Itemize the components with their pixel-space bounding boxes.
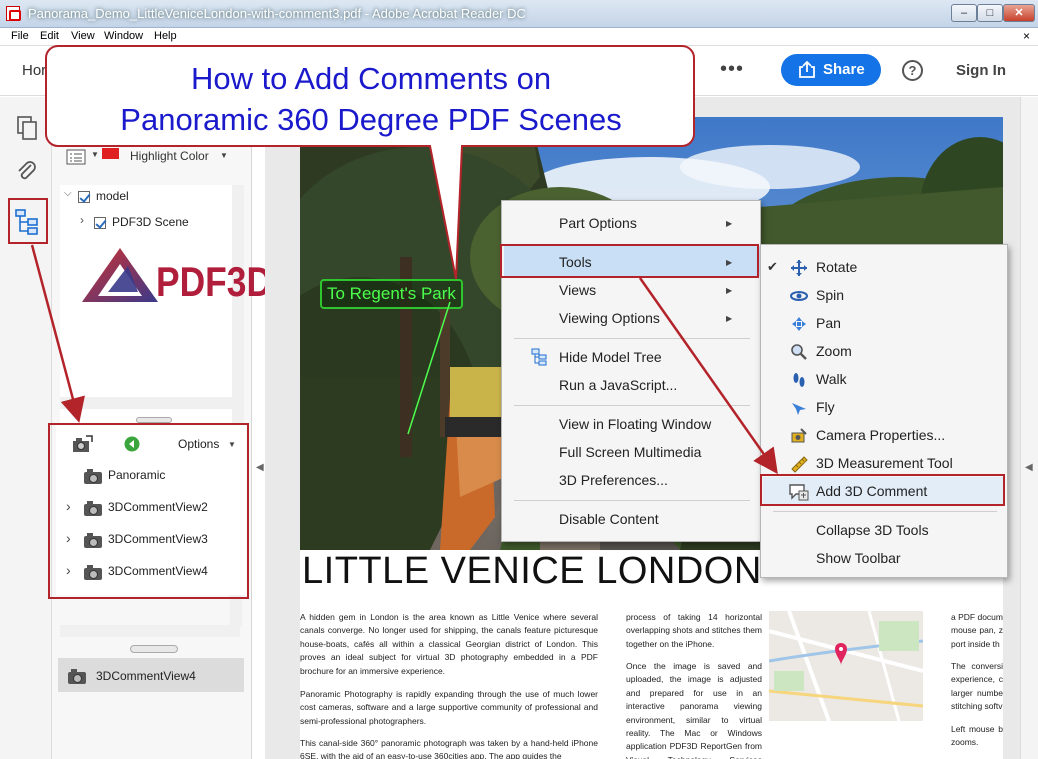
list-options-icon[interactable]	[66, 149, 88, 165]
tool-spin[interactable]: Spin	[816, 287, 844, 303]
pages-icon[interactable]	[14, 115, 40, 141]
body-col3-para1: a PDF docum mouse pan, z port inside th	[951, 612, 1003, 649]
more-options-icon[interactable]: •••	[720, 58, 744, 81]
camera-properties-icon	[791, 428, 807, 443]
submenu-arrow-icon: ▶	[726, 314, 733, 323]
body-col1-para1: A hidden gem in London is the area known…	[300, 612, 598, 676]
selected-view-row[interactable]: 3DCommentView4	[58, 658, 244, 692]
pan-icon	[792, 317, 806, 331]
menu-window[interactable]: Window	[104, 30, 143, 42]
body-col3-para3: Left mouse b zooms.	[951, 724, 1003, 748]
page-title: LITTLE VENICE LONDON	[302, 550, 762, 592]
scene-visibility-checkbox[interactable]	[94, 217, 106, 229]
left-tool-rail	[0, 97, 52, 759]
menu-edit[interactable]: Edit	[40, 30, 59, 42]
checkmark-icon: ✔	[767, 259, 778, 274]
tool-fly[interactable]: Fly	[816, 399, 835, 415]
menu-item-floating-window[interactable]: View in Floating Window	[559, 416, 711, 432]
menu-item-part-options[interactable]: Part Options	[559, 215, 637, 231]
tree-node-pdf3d-scene[interactable]: PDF3D Scene	[112, 215, 189, 229]
close-document-icon[interactable]: ×	[1023, 29, 1030, 43]
highlight-color-label: Highlight Color	[130, 149, 209, 163]
tools-highlight-box	[500, 244, 759, 278]
close-window-button[interactable]: ✕	[1003, 4, 1035, 22]
menu-item-disable-content[interactable]: Disable Content	[559, 511, 659, 527]
tools-submenu: ✔ Rotate Spin Pan Zoom Walk Fly Camera P…	[760, 244, 1008, 578]
menu-item-views[interactable]: Views	[559, 282, 596, 298]
menu-separator	[773, 511, 997, 512]
model-tree-icon	[531, 348, 547, 366]
window-title: Panorama_Demo_LittleVeniceLondon-with-co…	[28, 6, 526, 21]
submenu-arrow-icon: ▶	[726, 286, 733, 295]
tree-node-model[interactable]: model	[96, 189, 129, 203]
views-splitter-handle[interactable]	[130, 645, 178, 653]
zoom-icon	[791, 344, 807, 360]
window-titlebar: Panorama_Demo_LittleVeniceLondon-with-co…	[0, 0, 1038, 28]
label-leader-line	[407, 301, 451, 435]
tool-3d-measurement[interactable]: 3D Measurement Tool	[816, 455, 953, 471]
rotate-icon	[791, 260, 807, 276]
model-visibility-checkbox[interactable]	[78, 191, 90, 203]
tool-zoom[interactable]: Zoom	[816, 343, 852, 359]
tool-rotate[interactable]: Rotate	[816, 259, 857, 275]
measurement-icon	[791, 456, 808, 473]
list-dropdown-chevron-icon[interactable]: ▼	[91, 150, 99, 159]
walk-icon	[793, 373, 805, 387]
callout-line1: How to Add Comments on	[190, 61, 552, 96]
collapse-panel-icon[interactable]: ◀	[256, 462, 264, 473]
attachment-icon[interactable]	[14, 159, 40, 185]
document-vertical-scrollbar[interactable]: ◀	[1020, 97, 1038, 759]
acrobat-app-icon	[6, 6, 21, 21]
menu-view[interactable]: View	[71, 30, 95, 42]
tool-camera-properties[interactable]: Camera Properties...	[816, 427, 945, 443]
share-label: Share	[823, 61, 865, 78]
share-icon	[799, 61, 815, 78]
pdf3d-logo: PDF3D	[82, 248, 272, 305]
add-comment-highlight-box	[760, 474, 1005, 506]
model-tree-highlight-box	[8, 198, 48, 244]
logo-text: PDF3D	[156, 258, 272, 305]
home-tab[interactable]: Hor	[22, 62, 46, 79]
views-highlight-box	[48, 423, 249, 599]
body-col1-para2: Panoramic Photography is rapidly expandi…	[300, 689, 598, 726]
highlight-dropdown-chevron-icon[interactable]: ▼	[220, 151, 228, 160]
views-hscrollbar[interactable]	[60, 625, 240, 637]
callout-line2: Panoramic 360 Degree PDF Scenes	[120, 102, 622, 137]
menu-help[interactable]: Help	[154, 30, 177, 42]
location-map	[769, 611, 923, 721]
share-button[interactable]: Share	[781, 54, 881, 86]
body-col3-para2: The conversi experience, c larger numbe …	[951, 661, 1003, 712]
camera-icon	[68, 669, 86, 684]
minimize-button[interactable]: –	[951, 4, 977, 22]
sign-in-button[interactable]: Sign In	[956, 62, 1006, 79]
tree-hscrollbar[interactable]	[60, 397, 232, 409]
help-icon[interactable]: ?	[902, 60, 923, 81]
menu-separator	[514, 500, 750, 501]
tool-walk[interactable]: Walk	[816, 371, 847, 387]
fly-icon	[792, 403, 806, 415]
expand-right-pane-icon[interactable]: ◀	[1025, 462, 1033, 473]
menu-item-hide-model-tree[interactable]: Hide Model Tree	[559, 349, 662, 365]
collapse-chevron-icon[interactable]: ⌵	[64, 188, 72, 199]
tool-pan[interactable]: Pan	[816, 315, 841, 331]
menu-item-3d-preferences[interactable]: 3D Preferences...	[559, 472, 668, 488]
tool-show-toolbar[interactable]: Show Toolbar	[816, 550, 901, 566]
callout-heading: How to Add Comments on Panoramic 360 Deg…	[56, 58, 686, 140]
menu-item-full-screen[interactable]: Full Screen Multimedia	[559, 444, 701, 460]
expand-chevron-icon[interactable]: ›	[80, 213, 84, 227]
tool-collapse-3d-tools[interactable]: Collapse 3D Tools	[816, 522, 929, 538]
selected-view-label: 3DCommentView4	[96, 669, 196, 683]
submenu-arrow-icon: ▶	[726, 219, 733, 228]
highlight-color-swatch[interactable]	[102, 148, 119, 159]
maximize-button[interactable]: □	[977, 4, 1003, 22]
menu-file[interactable]: File	[11, 30, 29, 42]
menu-item-viewing-options[interactable]: Viewing Options	[559, 310, 660, 326]
menu-separator	[514, 338, 750, 339]
menu-item-run-javascript[interactable]: Run a JavaScript...	[559, 377, 677, 393]
menu-separator	[514, 405, 750, 406]
body-col2-para1: process of taking 14 horizontal overlapp…	[626, 612, 762, 649]
spin-icon	[790, 291, 808, 301]
body-col1-para3: This canal-side 360° panoramic photograp…	[300, 738, 598, 759]
body-col2-para2: Once the image is saved and uploaded, th…	[626, 661, 762, 759]
